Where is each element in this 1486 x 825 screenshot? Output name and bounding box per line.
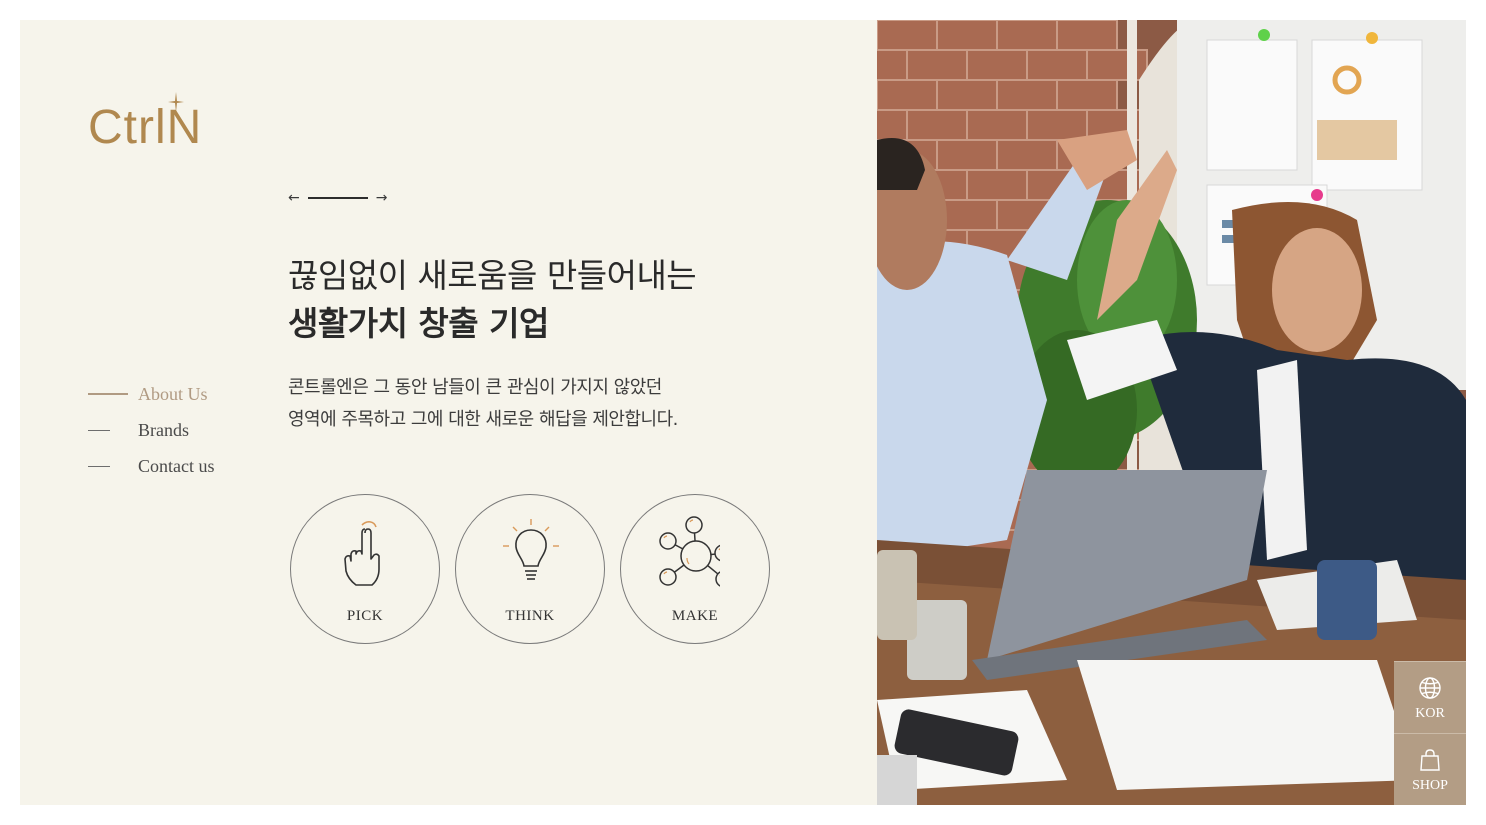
language-button[interactable]: KOR [1394, 661, 1466, 733]
slider-controls: ← → [288, 188, 387, 208]
circle-pick[interactable]: PICK [290, 494, 440, 644]
left-panel: CtrlN ← → 끊임없이 새로움을 만들어내는 생활가치 창출 기업 콘트롤… [20, 20, 877, 805]
nav-item-contact-us[interactable]: Contact us [88, 448, 215, 484]
shop-label: SHOP [1412, 778, 1448, 793]
page-frame: CtrlN ← → 끊임없이 새로움을 만들어내는 생활가치 창출 기업 콘트롤… [20, 20, 1466, 805]
headline-line1: 끊임없이 새로움을 만들어내는 [288, 256, 697, 295]
circle-label: THINK [505, 608, 555, 624]
arrow-left-icon[interactable]: ← [288, 191, 300, 205]
sparkle-icon [168, 92, 184, 112]
nav-indicator [88, 429, 110, 431]
section-nav: About Us Brands Contact us [88, 376, 215, 484]
nav-indicator [88, 393, 128, 395]
description-line1: 콘트롤엔은 그 동안 남들이 큰 관심이 가지지 않았던 [288, 377, 662, 398]
circle-label: PICK [346, 608, 384, 624]
circle-make[interactable]: MAKE [620, 494, 770, 644]
value-circles: PICK THINK MAKE [290, 494, 770, 644]
circle-think[interactable]: THINK [455, 494, 605, 644]
nav-item-about-us[interactable]: About Us [88, 376, 215, 412]
logo-text: CtrlN [88, 101, 203, 154]
office-high-five-image [877, 20, 1466, 805]
lightbulb-icon [503, 519, 559, 580]
brand-logo[interactable]: CtrlN [88, 90, 228, 160]
circle-label: MAKE [671, 608, 719, 624]
nav-item-brands[interactable]: Brands [88, 412, 215, 448]
hero-photo [877, 20, 1466, 805]
headline-line2: 생활가치 창출 기업 [288, 304, 549, 343]
slider-progress [307, 197, 368, 199]
globe-icon [1419, 677, 1441, 699]
hero-headline: 끊임없이 새로움을 만들어내는 생활가치 창출 기업 [288, 252, 697, 348]
nav-label: Brands [138, 419, 189, 440]
hero-description: 콘트롤엔은 그 동안 남들이 큰 관심이 가지지 않았던 영역에 주목하고 그에… [288, 372, 848, 436]
language-label: KOR [1415, 706, 1445, 721]
shopping-bag-icon [1420, 749, 1440, 771]
side-buttons: KOR SHOP [1394, 661, 1466, 805]
shop-button[interactable]: SHOP [1394, 733, 1466, 805]
arrow-right-icon[interactable]: → [376, 191, 388, 205]
pointing-hand-icon [344, 521, 380, 586]
nav-label: About Us [138, 383, 208, 404]
network-nodes-icon [659, 516, 720, 587]
nav-indicator [88, 465, 110, 467]
description-line2: 영역에 주목하고 그에 대한 새로운 해답을 제안합니다. [288, 409, 678, 430]
nav-label: Contact us [138, 455, 215, 476]
